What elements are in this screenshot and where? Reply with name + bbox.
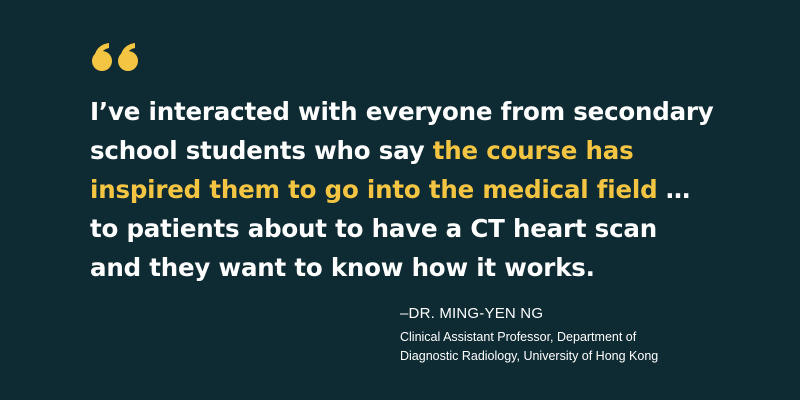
quote-highlight-part-1: the course has [432,136,634,165]
attribution: –DR. MING-YEN NG Clinical Assistant Prof… [400,304,740,366]
attribution-role-line-1: Clinical Assistant Professor, Department… [400,330,637,344]
quote-line-4: to patients about to have a CT heart sca… [90,214,657,243]
quote-line-5: and they want to know how it works. [90,253,595,282]
quote-line-3: inspired them to go into the medical fie… [90,170,730,209]
quote-line-2-plain: school students who say [90,136,433,165]
quote-card: I’ve interacted with everyone from secon… [0,0,800,400]
quote-icon [92,43,138,71]
quote-highlight-part-2: inspired them to go into the medical fie… [90,175,658,204]
quote-text: I’ve interacted with everyone from secon… [90,92,730,287]
quote-line-2: school students who say the course has [90,131,730,170]
quote-line-3-plain: … [657,175,691,204]
quote-line-1: I’ve interacted with everyone from secon… [90,97,714,126]
attribution-name: –DR. MING-YEN NG [400,305,544,322]
attribution-role-line-2: Diagnostic Radiology, University of Hong… [400,349,659,363]
